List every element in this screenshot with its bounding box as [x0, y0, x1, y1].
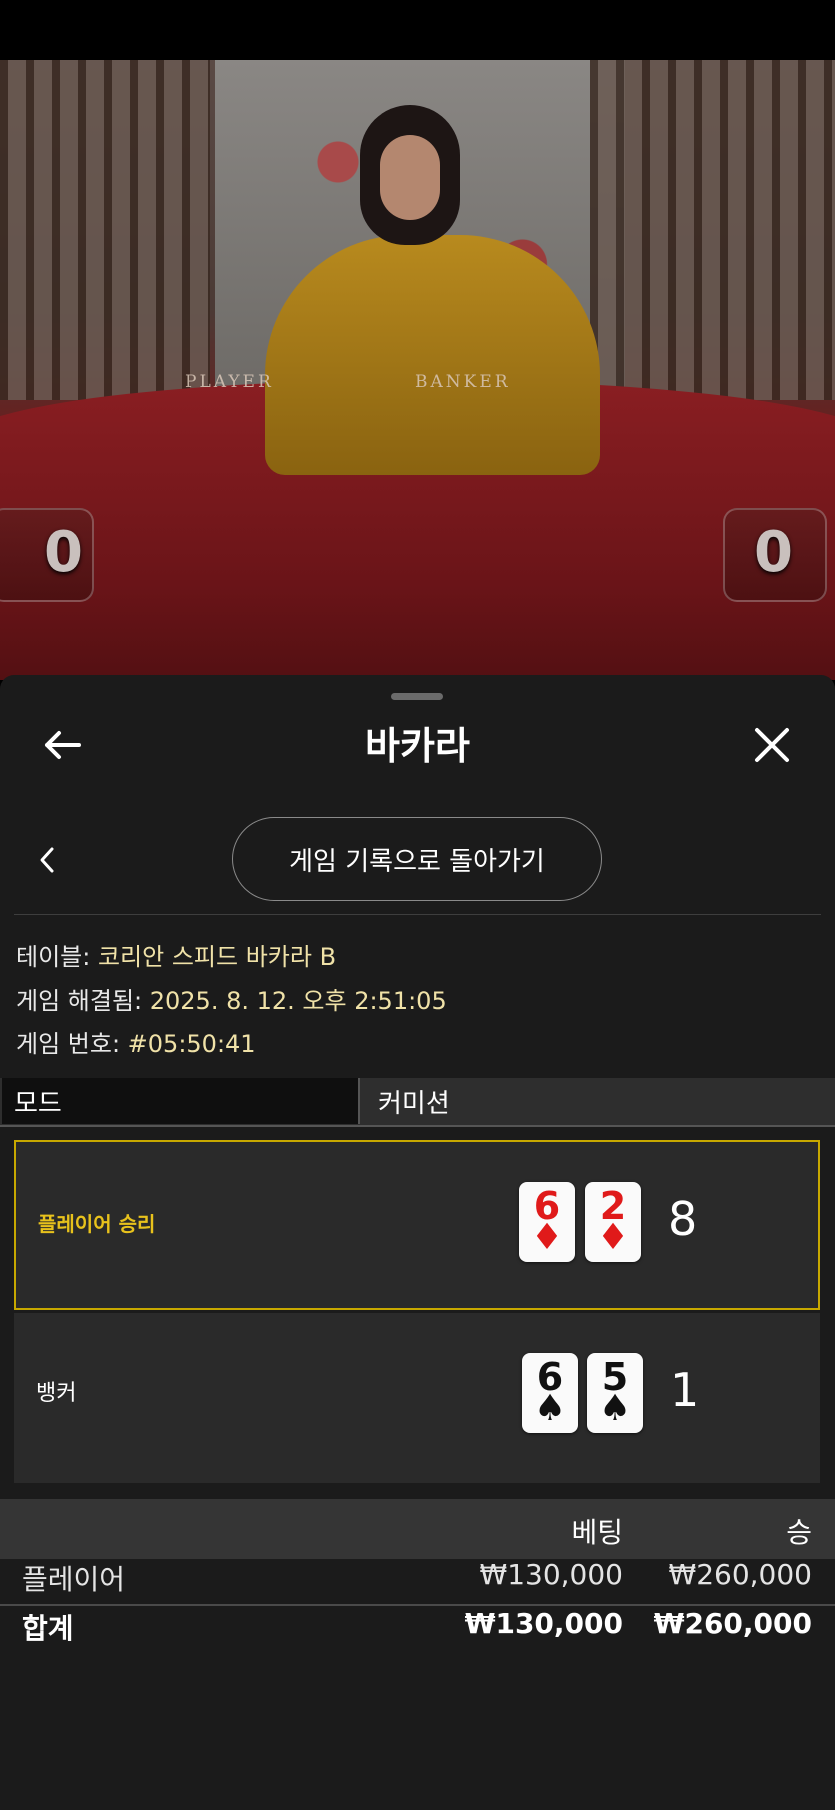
column-header-bet: 베팅 — [571, 1516, 623, 1549]
dealer — [265, 235, 600, 475]
player-hand-score: 8 — [668, 1192, 698, 1246]
drag-handle[interactable] — [391, 693, 443, 700]
row-win: ₩260,000 — [653, 1607, 812, 1640]
playing-card: 5 ♠ — [587, 1353, 643, 1433]
close-icon — [755, 728, 789, 762]
playing-card: 6 ♦ — [519, 1182, 575, 1262]
banker-hand-score: 1 — [670, 1363, 700, 1417]
banker-video-score: 0 — [754, 520, 793, 585]
player-hand-label: 플레이어 승리 — [38, 1212, 156, 1236]
chevron-left-icon — [40, 847, 54, 873]
previous-game-button[interactable] — [34, 842, 60, 878]
resolved-info-value: 2025. 8. 12. 오후 2:51:05 — [149, 987, 447, 1015]
bet-table-header: 베팅 승 — [0, 1499, 835, 1559]
row-bet: ₩130,000 — [464, 1607, 623, 1640]
divider — [0, 1604, 835, 1606]
banker-hand-label: 뱅커 — [36, 1381, 77, 1406]
back-to-history-button[interactable]: 게임 기록으로 돌아가기 — [232, 817, 602, 901]
page-title: 바카라 — [365, 724, 470, 768]
table-row: 플레이어 ₩130,000 ₩260,000 — [0, 1558, 835, 1604]
player-hand-row: 플레이어 승리 6 ♦ 2 ♦ 8 — [14, 1140, 820, 1310]
player-video-score: 0 — [44, 520, 83, 585]
decorative-screen-left — [0, 60, 210, 400]
row-win: ₩260,000 — [668, 1558, 812, 1591]
diamond-suit-icon: ♦ — [530, 1217, 564, 1258]
tab-commission[interactable]: 커미션 — [362, 1078, 835, 1124]
status-bar — [0, 0, 835, 60]
table-row-total: 합계 ₩130,000 ₩260,000 — [0, 1607, 835, 1653]
row-bet: ₩130,000 — [479, 1558, 623, 1591]
table-banker-text: BANKER — [415, 372, 511, 392]
table-info: 테이블: 코리안 스피드 바카라 B — [16, 937, 336, 972]
resolved-info-label: 게임 해결됨: — [16, 987, 150, 1015]
live-video-stream — [0, 60, 835, 680]
resolved-info: 게임 해결됨: 2025. 8. 12. 오후 2:51:05 — [16, 981, 447, 1016]
tab-bar: 모드 커미션 — [0, 1078, 835, 1126]
diamond-suit-icon: ♦ — [596, 1217, 630, 1258]
row-name: 플레이어 — [22, 1563, 126, 1596]
table-info-value: 코리안 스피드 바카라 B — [97, 943, 337, 971]
divider — [14, 914, 821, 915]
column-header-win: 승 — [786, 1516, 812, 1549]
table-info-label: 테이블: — [16, 943, 98, 971]
spade-suit-icon: ♠ — [598, 1388, 632, 1429]
playing-card: 6 ♠ — [522, 1353, 578, 1433]
tab-divider — [0, 1125, 835, 1127]
row-name: 합계 — [22, 1612, 74, 1645]
playing-card: 2 ♦ — [585, 1182, 641, 1262]
game-number-info: 게임 번호: #05:50:41 — [16, 1024, 256, 1059]
close-button[interactable] — [752, 725, 792, 765]
spade-suit-icon: ♠ — [533, 1388, 567, 1429]
banker-hand-row: 뱅커 6 ♠ 5 ♠ 1 — [14, 1313, 820, 1483]
dealer-face — [380, 135, 440, 220]
game-number-label: 게임 번호: — [16, 1030, 128, 1058]
decorative-screen-right — [590, 60, 835, 400]
table-player-text: PLAYER — [185, 372, 274, 392]
tab-mode[interactable]: 모드 — [2, 1078, 360, 1124]
game-number-value: #05:50:41 — [127, 1030, 256, 1058]
